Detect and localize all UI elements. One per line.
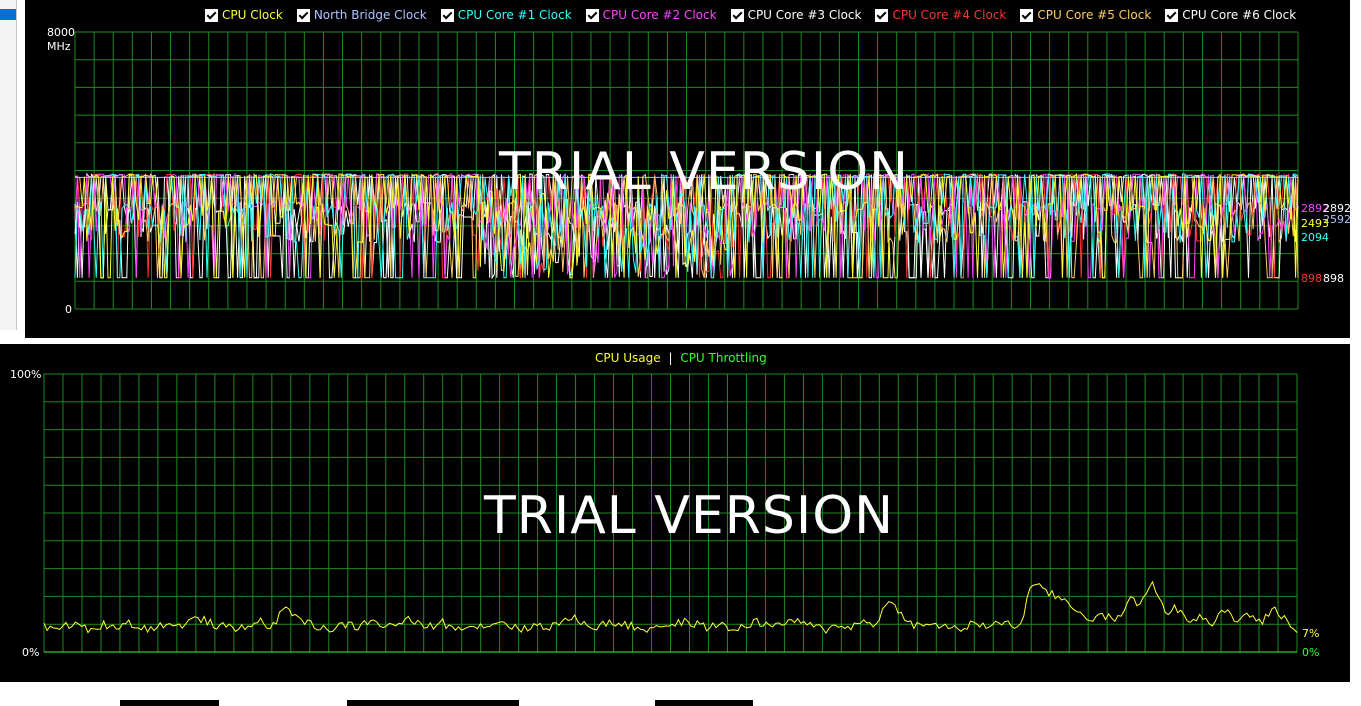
left-side-panel [0, 0, 17, 330]
clock-chart-watermark: TRIAL VERSION [499, 142, 910, 202]
current-value-label: 2094 [1301, 231, 1329, 244]
usage-current-value: 7% [1302, 627, 1320, 640]
selected-item-highlight[interactable] [0, 9, 16, 20]
usage-chart-watermark: TRIAL VERSION [484, 486, 895, 546]
taskbar-segment-3[interactable] [655, 700, 753, 706]
current-value-label: 898 [1323, 272, 1344, 285]
taskbar-segment-2[interactable] [347, 700, 519, 706]
throttle-current-value: 0% [1302, 646, 1320, 659]
usage-chart-panel: CPU Usage | CPU Throttling 100% 0% TRIAL… [0, 344, 1350, 682]
taskbar-segment-1[interactable] [120, 700, 219, 706]
clock-chart-panel: CPU Clock North Bridge Clock CPU Core #1 C… [25, 0, 1351, 338]
current-value-label: 2493 [1301, 217, 1329, 230]
current-value-label: 898 [1301, 272, 1322, 285]
